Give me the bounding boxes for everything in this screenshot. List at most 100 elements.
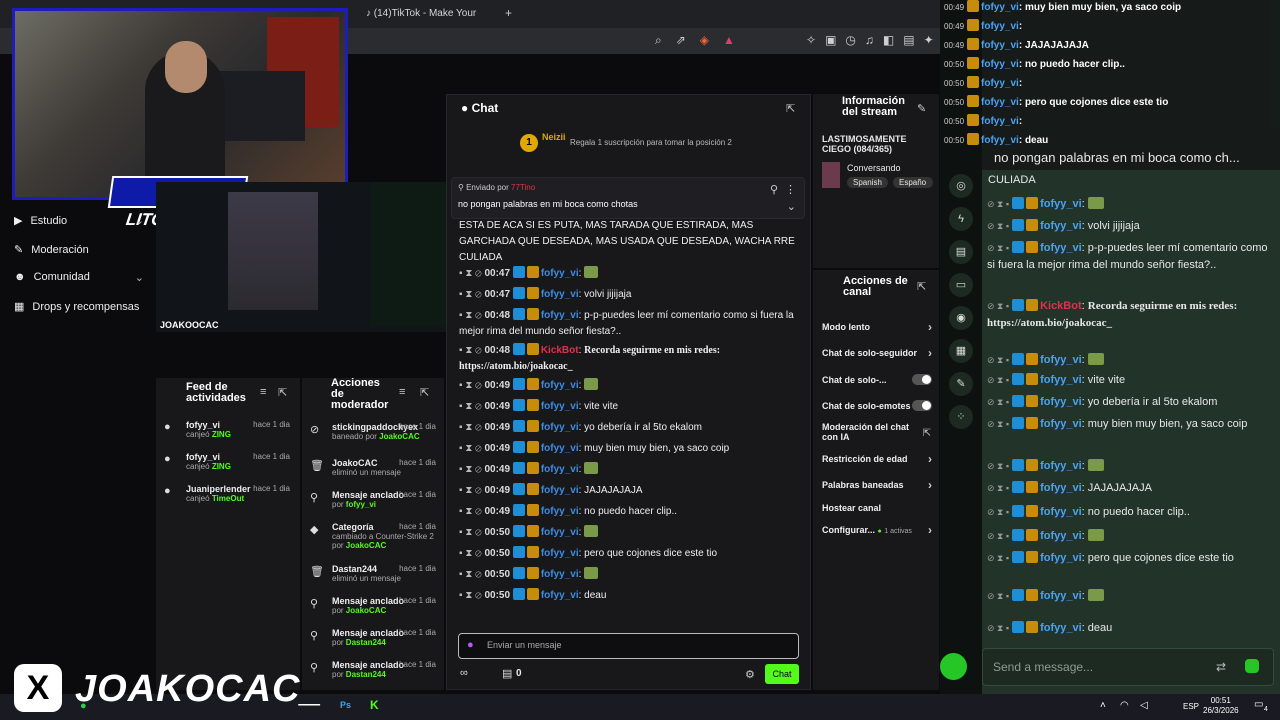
popout-user[interactable]: fofyy_vi — [1040, 622, 1082, 634]
nav-item-moderacion[interactable]: ✎ Moderación — [14, 243, 144, 257]
popout-message[interactable]: ⊘ ⧗ ▪ fofyy_vi: volvi jijijaja — [987, 218, 1272, 235]
popout-user[interactable]: fofyy_vi — [1040, 460, 1082, 472]
popout-message[interactable]: ⊘ ⧗ ▪ fofyy_vi: — [987, 352, 1272, 369]
timeout-icon[interactable]: ⧗ — [465, 443, 475, 454]
language-indicator[interactable]: ESP — [1183, 702, 1199, 711]
zoom-icon[interactable]: ⌕ — [655, 33, 662, 48]
popout-message[interactable]: ⊘ ⧗ ▪ fofyy_vi: — [987, 588, 1272, 605]
popout-message[interactable]: ⊘ ⧗ ▪ fofyy_vi: yo debería ir al 5to ekal… — [987, 394, 1272, 411]
action-host-channel[interactable]: Hostear canal — [822, 503, 932, 513]
list-icon[interactable]: ▤ — [949, 240, 973, 264]
popout-message[interactable]: ⊘ ⧗ ▪ fofyy_vi: p-p-puedes leer mí coment… — [987, 240, 1272, 274]
popout-message[interactable]: ⊘ ⧗ ▪ fofyy_vi: vite vite — [987, 372, 1272, 389]
action-ai-moderation[interactable]: Moderación del chat con IA — [822, 422, 916, 442]
screenshot-icon[interactable]: ▣ — [825, 33, 836, 47]
extensions-icon[interactable]: ✧ — [806, 33, 816, 47]
chat-message[interactable]: ▪ ⧗ ⊘ 00:49 fofyy_vi: yo debería ir al 5… — [459, 420, 799, 436]
popout-message[interactable]: ⊘ ⧗ ▪ fofyy_vi: — [987, 458, 1272, 475]
popout-user[interactable]: fofyy_vi — [1040, 418, 1082, 430]
action-subs-only[interactable]: Chat de solo-... — [822, 374, 932, 385]
points-icon[interactable]: ∞ — [460, 667, 468, 679]
chevron-down-icon[interactable]: ⌄ — [787, 200, 796, 213]
photoshop-icon[interactable]: Ps — [340, 700, 351, 710]
share-icon[interactable]: ⇗ — [676, 33, 686, 48]
nav-item-estudio[interactable]: ▶ Estudio ⌄ — [14, 214, 144, 228]
chat-send-button[interactable]: Chat — [765, 664, 799, 684]
mod-tools-icon[interactable]: ⊘ ⧗ ▪ — [987, 504, 1009, 521]
action-configure[interactable]: Configurar... ● 1 activas › — [822, 523, 932, 537]
message-user[interactable]: fofyy_vi — [541, 548, 579, 559]
popout-message[interactable]: ⊘ ⧗ ▪ fofyy_vi: JAJAJAJAJA — [987, 480, 1272, 497]
popout-message[interactable]: ⊘ ⧗ ▪ fofyy_vi: deau — [987, 620, 1272, 637]
timeout-icon[interactable]: ⧗ — [465, 380, 475, 391]
ai-icon[interactable]: ✦ — [924, 33, 934, 47]
target-icon[interactable]: ◎ — [949, 174, 973, 198]
popout-message[interactable]: ⊘ ⧗ ▪ fofyy_vi: muy bien muy bien, ya sac… — [987, 416, 1272, 433]
mod-tools-icon[interactable]: ⊘ ⧗ ▪ — [987, 352, 1009, 369]
chat-message[interactable]: ▪ ⧗ ⊘ 00:47 fofyy_vi: volvi jijijaja — [459, 287, 799, 303]
chat-message[interactable]: ▪ ⧗ ⊘ 00:50 fofyy_vi: deau — [459, 588, 799, 604]
action-age-restriction[interactable]: Restricción de edad › — [822, 452, 932, 466]
radio-icon[interactable]: ◉ — [949, 306, 973, 330]
chat-message[interactable]: ▪ ⧗ ⊘ 00:49 fofyy_vi: — [459, 462, 799, 478]
popout-icon[interactable]: ⇱ — [278, 386, 287, 399]
kick-app-icon[interactable]: K — [370, 698, 379, 712]
timeout-icon[interactable]: ⧗ — [465, 569, 475, 580]
pinned-message[interactable]: ⚲ Enviado por 77Tino no pongan palabras … — [451, 177, 805, 219]
popout-message[interactable]: ⊘ ⧗ ▪ fofyy_vi: — [987, 528, 1272, 545]
stream-preview[interactable]: JOAKOOCAC — [156, 182, 446, 332]
timeout-icon[interactable]: ⧗ — [465, 401, 475, 412]
nav-item-comunidad[interactable]: ☻ Comunidad ⌄ — [14, 271, 144, 284]
bolt-icon[interactable]: ϟ — [949, 207, 973, 231]
popout-icon[interactable]: ⇱ — [917, 280, 926, 293]
message-icon[interactable]: ▭ — [949, 273, 973, 297]
timeout-icon[interactable]: ⧗ — [465, 345, 475, 356]
mod-tools-icon[interactable]: ⊘ ⧗ ▪ — [987, 458, 1009, 475]
action-emotes-only[interactable]: Chat de solo-emotes — [822, 400, 932, 411]
mod-tools-icon[interactable]: ⊘ ⧗ ▪ — [987, 620, 1009, 637]
tag[interactable]: Españo — [893, 177, 933, 188]
message-user[interactable]: fofyy_vi — [541, 422, 579, 433]
settings-icon[interactable]: ⚙ — [745, 668, 755, 681]
message-user[interactable]: fofyy_vi — [541, 310, 579, 321]
message-user[interactable]: fofyy_vi — [541, 401, 579, 412]
mod-tools-icon[interactable]: ⊘ ⧗ ▪ — [987, 416, 1009, 433]
popout-user[interactable]: fofyy_vi — [1040, 396, 1082, 408]
dots-icon[interactable]: ⁘ — [949, 405, 973, 429]
chat-message[interactable]: ▪ ⧗ ⊘ 00:49 fofyy_vi: no puedo hacer cli… — [459, 504, 799, 520]
chat-message[interactable]: ▪ ⧗ ⊘ 00:49 fofyy_vi: JAJAJAJAJA — [459, 483, 799, 499]
mod-tools-icon[interactable]: ⊘ ⧗ ▪ — [987, 394, 1009, 411]
message-user[interactable]: fofyy_vi — [541, 443, 579, 454]
message-user[interactable]: fofyy_vi — [541, 569, 579, 580]
mod-tools-icon[interactable]: ⊘ ⧗ ▪ — [987, 480, 1009, 497]
filter-icon[interactable]: ≡ — [260, 386, 266, 398]
popout-user[interactable]: fofyy_vi — [1040, 354, 1082, 366]
chat-message[interactable]: ▪ ⧗ ⊘ 00:48 KickBot: Recorda seguirme en… — [459, 343, 799, 375]
sidebar-icon[interactable]: ◧ — [883, 33, 894, 47]
chat-message[interactable]: ▪ ⧗ ⊘ 00:47 fofyy_vi: — [459, 266, 799, 282]
mod-tools-icon[interactable]: ⊘ ⧗ ▪ — [987, 372, 1009, 389]
mod-tools-icon[interactable]: ⊘ ⧗ ▪ — [987, 550, 1009, 567]
message-user[interactable]: fofyy_vi — [541, 485, 579, 496]
chat-input[interactable]: Enviar un mensaje — [458, 633, 799, 659]
chat-message[interactable]: ▪ ⧗ ⊘ 00:48 fofyy_vi: p-p-puedes leer mí… — [459, 308, 799, 340]
wrench-icon[interactable]: ✎ — [949, 372, 973, 396]
popout-message[interactable]: ⊘ ⧗ ▪ fofyy_vi: no puedo hacer clip.. — [987, 504, 1272, 521]
chat-message[interactable]: ▪ ⧗ ⊘ 00:50 fofyy_vi: — [459, 567, 799, 583]
popout-user[interactable]: fofyy_vi — [1040, 506, 1082, 518]
external-link-icon[interactable]: ⇱ — [923, 428, 931, 439]
timeout-icon[interactable]: ⧗ — [465, 268, 475, 279]
browser-tab[interactable]: ♪ (14)TikTok - Make Your Day — [352, 4, 492, 39]
action-slow-mode[interactable]: Modo lento › — [822, 320, 932, 334]
chat-message[interactable]: ▪ ⧗ ⊘ 00:49 fofyy_vi: muy bien muy bien,… — [459, 441, 799, 457]
emote-icon[interactable] — [1245, 659, 1259, 673]
popout-icon[interactable]: ⇱ — [420, 386, 429, 399]
chat-message[interactable]: ▪ ⧗ ⊘ 00:50 fofyy_vi: pero que cojones d… — [459, 546, 799, 562]
notification-icon[interactable]: ▭ — [1254, 699, 1263, 710]
popout-chat-input[interactable]: Send a message... — [982, 648, 1274, 686]
popout-user[interactable]: fofyy_vi — [1040, 198, 1082, 210]
tray-chevron-icon[interactable]: ˄ — [1100, 700, 1106, 711]
network-icon[interactable]: ◠ — [1120, 700, 1129, 711]
rewards-icon[interactable]: ▲ — [723, 33, 735, 48]
toggle-switch[interactable] — [912, 374, 932, 385]
